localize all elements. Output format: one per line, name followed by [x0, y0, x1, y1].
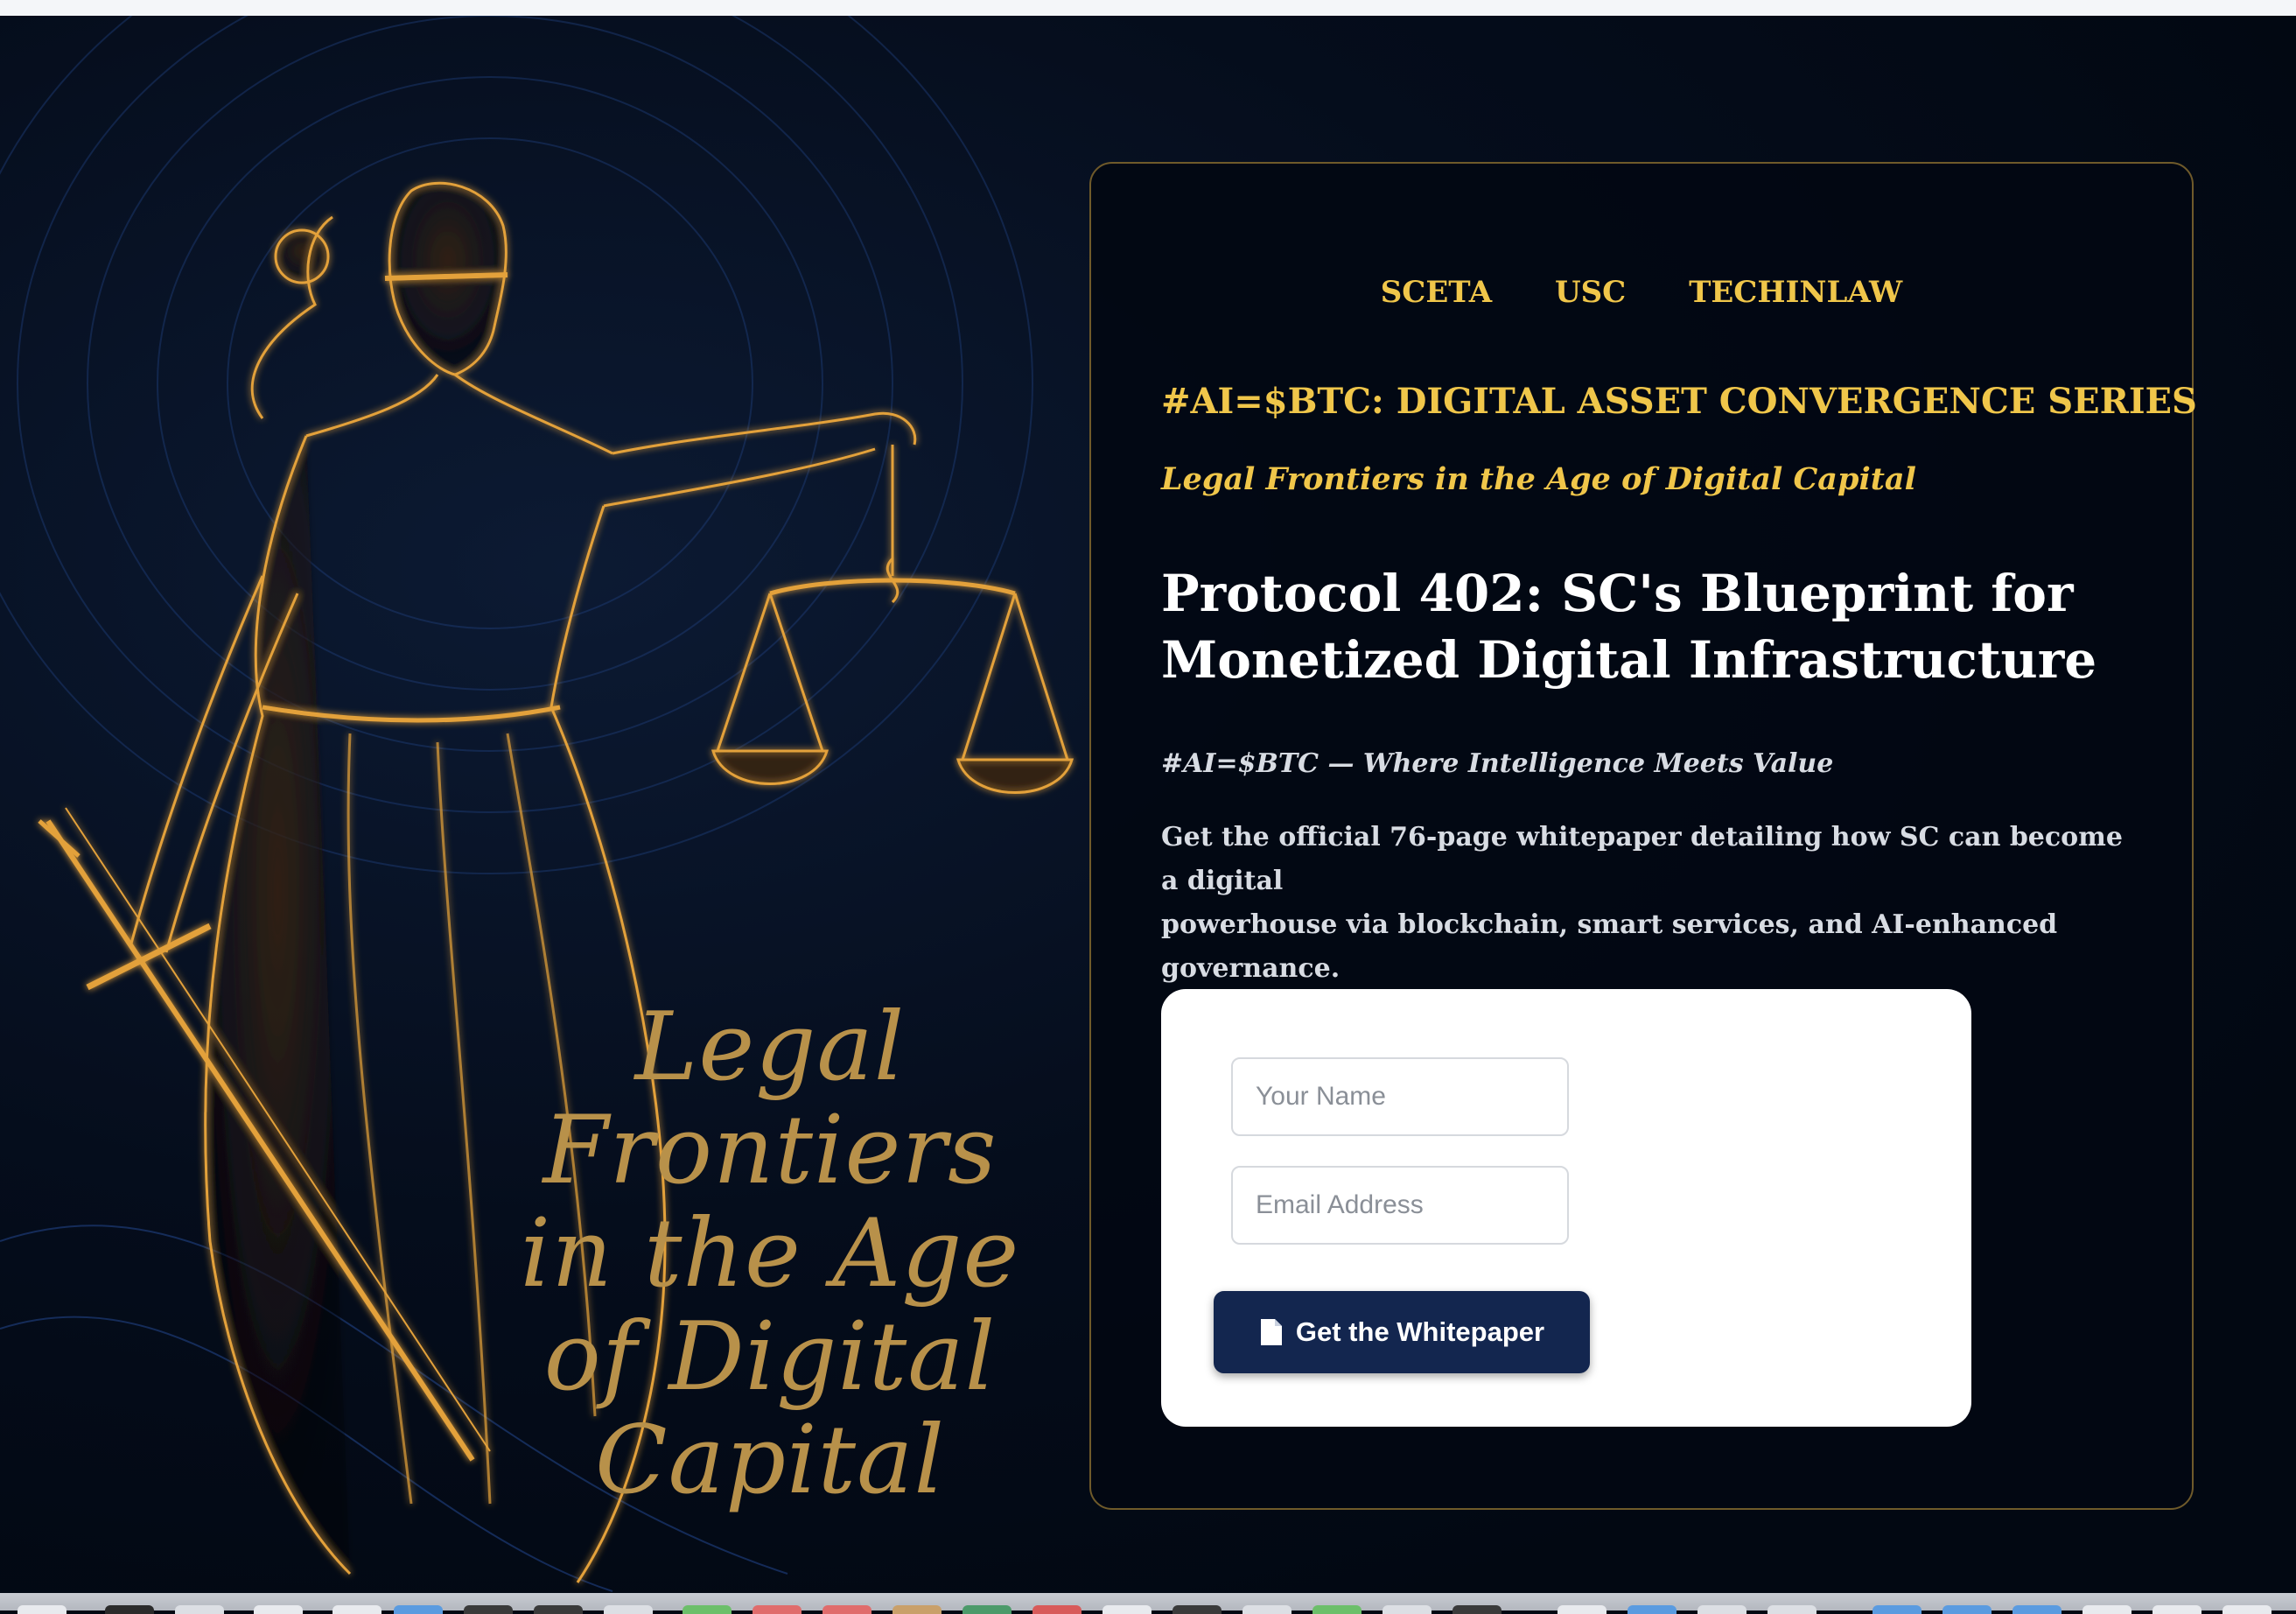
- dock-app-icon[interactable]: [892, 1605, 942, 1614]
- page-title: Protocol 402: SC's Blueprint for Monetiz…: [1161, 560, 2124, 693]
- description-line: Get the official 76-page whitepaper deta…: [1161, 822, 2123, 896]
- dock-app-icon[interactable]: [1032, 1605, 1082, 1614]
- dock-app-icon[interactable]: [752, 1605, 802, 1614]
- artwork-title-line: Capital: [594, 1406, 946, 1515]
- dock-app-icon[interactable]: [1102, 1605, 1152, 1614]
- email-input[interactable]: [1231, 1166, 1569, 1245]
- description-line: powerhouse via blockchain, smart service…: [1161, 909, 2058, 984]
- description: Get the official 76-page whitepaper deta…: [1161, 816, 2124, 991]
- lady-justice-artwork: Legal Frontiers in the Age of Digital Ca…: [0, 16, 1085, 1593]
- document-icon: [1259, 1317, 1284, 1347]
- get-whitepaper-button[interactable]: Get the Whitepaper: [1214, 1291, 1590, 1373]
- signup-form: Get the Whitepaper: [1161, 989, 1971, 1427]
- artwork-title: Legal Frontiers in the Age of Digital Ca…: [490, 996, 1050, 1512]
- logo-sceta[interactable]: SCETA: [1381, 275, 1492, 310]
- dock-app-icon[interactable]: [254, 1605, 303, 1614]
- whitepaper-card: SCETA USC TECHINLAW #AI=$BTC: DIGITAL AS…: [1089, 162, 2197, 1510]
- dock-app-icon[interactable]: [1242, 1605, 1292, 1614]
- logo-techinlaw[interactable]: TECHINLAW: [1689, 275, 1902, 310]
- name-input[interactable]: [1231, 1057, 1569, 1136]
- dock-app-icon[interactable]: [105, 1605, 154, 1614]
- dock-app-icon[interactable]: [18, 1605, 66, 1614]
- dock-app-icon[interactable]: [962, 1605, 1012, 1614]
- dock-bar: [0, 1593, 2296, 1614]
- dock-app-icon[interactable]: [822, 1605, 872, 1614]
- dock-app-icon[interactable]: [1452, 1605, 1502, 1614]
- dock-app-icon[interactable]: [1172, 1605, 1222, 1614]
- dock-app-icon[interactable]: [1942, 1605, 1992, 1614]
- dock-app-icon[interactable]: [1628, 1605, 1676, 1614]
- page-title-line: Monetized Digital Infrastructure: [1161, 630, 2097, 690]
- dock-app-icon[interactable]: [464, 1605, 513, 1614]
- dock-app-icon[interactable]: [1768, 1605, 1816, 1614]
- dock-app-icon[interactable]: [2222, 1605, 2272, 1614]
- dock-app-icon[interactable]: [2152, 1605, 2202, 1614]
- dock-app-icon[interactable]: [1872, 1605, 1922, 1614]
- dock-app-icon[interactable]: [1312, 1605, 1362, 1614]
- dock-app-icon[interactable]: [682, 1605, 732, 1614]
- browser-top-bar: [0, 0, 2296, 17]
- artwork-title-line: Frontiers: [542, 1096, 998, 1205]
- dock-app-icon[interactable]: [394, 1605, 443, 1614]
- landing-page: Legal Frontiers in the Age of Digital Ca…: [0, 16, 2296, 1593]
- dock-app-icon[interactable]: [1382, 1605, 1432, 1614]
- dock-app-icon[interactable]: [604, 1605, 653, 1614]
- tagline: #AI=$BTC — Where Intelligence Meets Valu…: [1161, 748, 1834, 779]
- logo-usc[interactable]: USC: [1555, 275, 1626, 310]
- get-whitepaper-label: Get the Whitepaper: [1295, 1316, 1545, 1347]
- dock-app-icon[interactable]: [332, 1605, 382, 1614]
- dock-app-icon[interactable]: [534, 1605, 583, 1614]
- page-title-line: Protocol 402: SC's Blueprint for: [1161, 564, 2074, 623]
- dock-app-icon[interactable]: [2012, 1605, 2062, 1614]
- artwork-title-line: Legal: [634, 993, 906, 1102]
- series-title: #AI=$BTC: DIGITAL ASSET CONVERGENCE SERI…: [1161, 381, 2197, 422]
- dock-app-icon[interactable]: [1698, 1605, 1746, 1614]
- dock-app-icon[interactable]: [1558, 1605, 1606, 1614]
- dock-app-icon[interactable]: [175, 1605, 224, 1614]
- series-subtitle: Legal Frontiers in the Age of Digital Ca…: [1161, 461, 1916, 497]
- partner-logos: SCETA USC TECHINLAW: [1091, 275, 2192, 310]
- dock-app-icon[interactable]: [2082, 1605, 2132, 1614]
- artwork-title-line: in the Age: [520, 1199, 1020, 1309]
- artwork-title-line: of Digital: [543, 1302, 997, 1412]
